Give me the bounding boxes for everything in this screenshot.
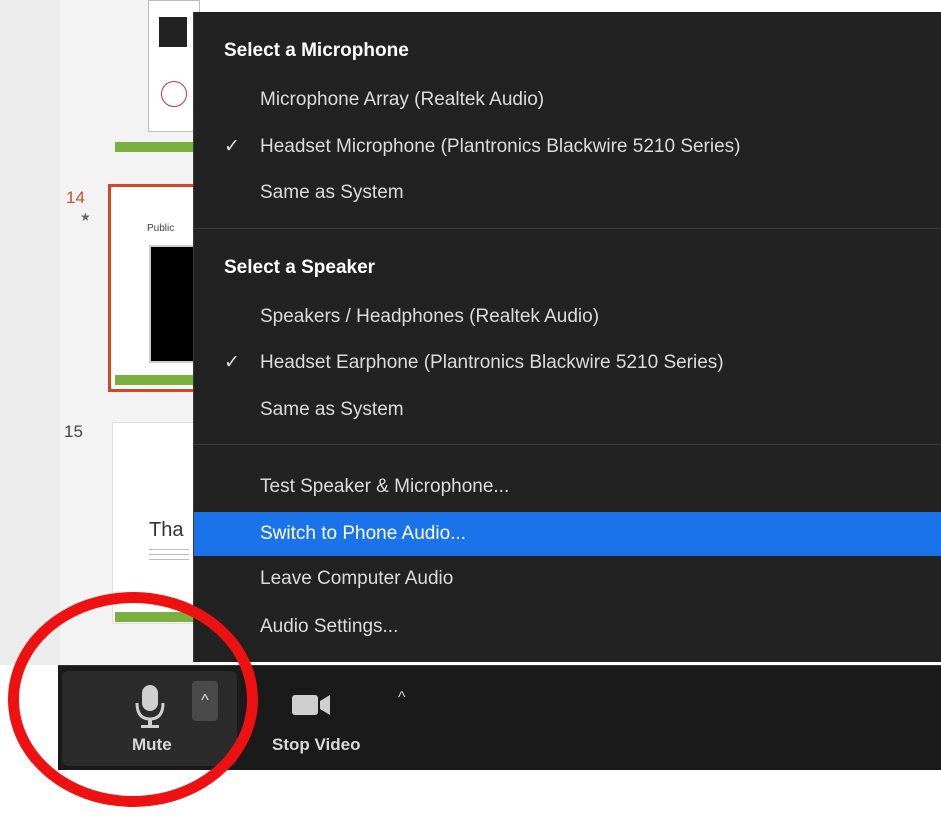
menu-item-label: Speakers / Headphones (Realtek Audio) [260,306,600,327]
test-speaker-microphone-item[interactable]: Test Speaker & Microphone... [194,467,941,507]
microphone-option-headset[interactable]: ✓ Headset Microphone (Plantronics Blackw… [194,127,941,167]
annotation-circle [8,592,258,807]
slide-number-14: 14 [66,188,85,207]
menu-separator [194,228,941,229]
menu-item-label: Leave Computer Audio [260,568,454,589]
menu-item-label: Headset Earphone (Plantronics Blackwire … [260,352,724,373]
thumb-small-text [149,549,189,563]
leave-computer-audio-item[interactable]: Leave Computer Audio [194,559,941,599]
slide-thumbnail-13-progress [115,142,200,152]
stop-video-button[interactable]: Stop Video [258,671,398,766]
checkmark-icon: ✓ [224,136,240,157]
menu-item-label: Headset Microphone (Plantronics Blackwir… [260,136,741,157]
menu-item-label: Microphone Array (Realtek Audio) [260,89,545,110]
checkmark-icon: ✓ [224,352,240,373]
microphone-option-same-as-system[interactable]: Same as System [194,173,941,213]
speaker-section-header: Select a Speaker [224,257,376,278]
menu-item-label: Same as System [260,182,404,203]
caret-up-icon[interactable]: ^ [398,689,406,707]
thumb-title-text: Tha [149,519,184,541]
slide-star-icon: ★ [80,210,91,224]
switch-to-phone-audio-item[interactable]: Switch to Phone Audio... [194,512,941,556]
speaker-option-realtek[interactable]: Speakers / Headphones (Realtek Audio) [194,297,941,337]
slide-number-15: 15 [64,422,83,441]
stop-video-label: Stop Video [272,735,361,754]
menu-item-label: Audio Settings... [260,616,399,637]
video-camera-icon [292,693,332,722]
audio-settings-item[interactable]: Audio Settings... [194,607,941,647]
menu-item-label: Test Speaker & Microphone... [260,476,510,497]
microphone-option-realtek[interactable]: Microphone Array (Realtek Audio) [194,80,941,120]
menu-separator [194,444,941,445]
audio-options-menu: Select a Microphone Microphone Array (Re… [193,12,941,662]
slide-thumbnail-14-progress [115,375,195,385]
menu-item-label: Switch to Phone Audio... [260,523,466,544]
thumb-title-text: Public [147,223,175,234]
thumb-black-image [149,245,199,363]
microphone-section-header: Select a Microphone [224,40,409,61]
slide-thumbnail-14[interactable]: Public [108,184,199,392]
speaker-option-same-as-system[interactable]: Same as System [194,390,941,430]
thumb-graphic-circle [161,81,187,107]
menu-item-label: Same as System [260,399,404,420]
slide-panel-gutter [0,0,60,665]
speaker-option-headset[interactable]: ✓ Headset Earphone (Plantronics Blackwir… [194,343,941,383]
thumb-graphic [159,17,187,47]
